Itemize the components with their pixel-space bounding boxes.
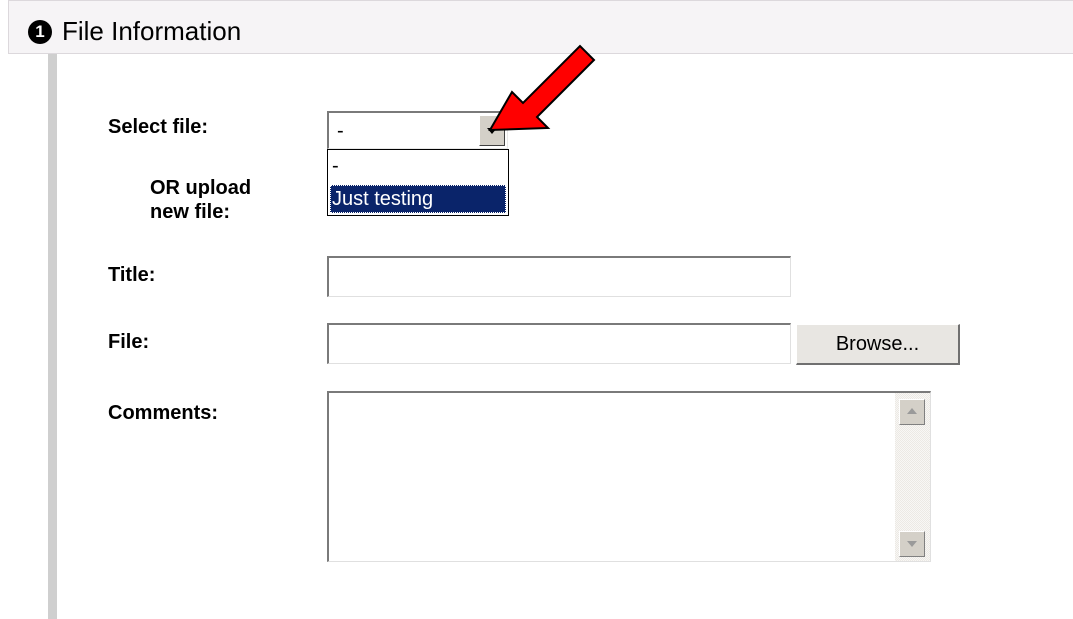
or-upload-label: OR upload new file: (150, 176, 251, 224)
title-input[interactable] (327, 256, 791, 297)
dropdown-option-just-testing[interactable]: Just testing (330, 185, 506, 213)
page: 1 File Information Select file: OR uploa… (0, 0, 1073, 619)
red-arrow-icon (488, 44, 596, 132)
step-number-badge: 1 (28, 20, 52, 44)
or-upload-label-line1: OR upload (150, 177, 252, 199)
section-title: File Information (62, 16, 242, 46)
scroll-up-arrow-icon[interactable] (899, 399, 925, 425)
comments-label: Comments: (108, 402, 219, 424)
select-file-label: Select file: (108, 116, 209, 138)
or-upload-label-line2: new file: (150, 201, 231, 223)
comments-scrollbar[interactable] (895, 393, 930, 561)
select-file-value: - (337, 120, 344, 142)
dropdown-option-dash[interactable]: - (330, 152, 506, 180)
comments-textarea[interactable] (327, 391, 931, 562)
file-label: File: (108, 331, 150, 353)
select-file-options-list: - Just testing (327, 149, 509, 216)
scroll-down-arrow-icon[interactable] (899, 531, 925, 557)
red-arrow-shape (488, 44, 596, 132)
browse-button[interactable]: Browse... (796, 324, 960, 365)
file-path-input[interactable] (327, 323, 791, 364)
title-label: Title: (108, 264, 156, 286)
left-vertical-rule (48, 54, 57, 619)
